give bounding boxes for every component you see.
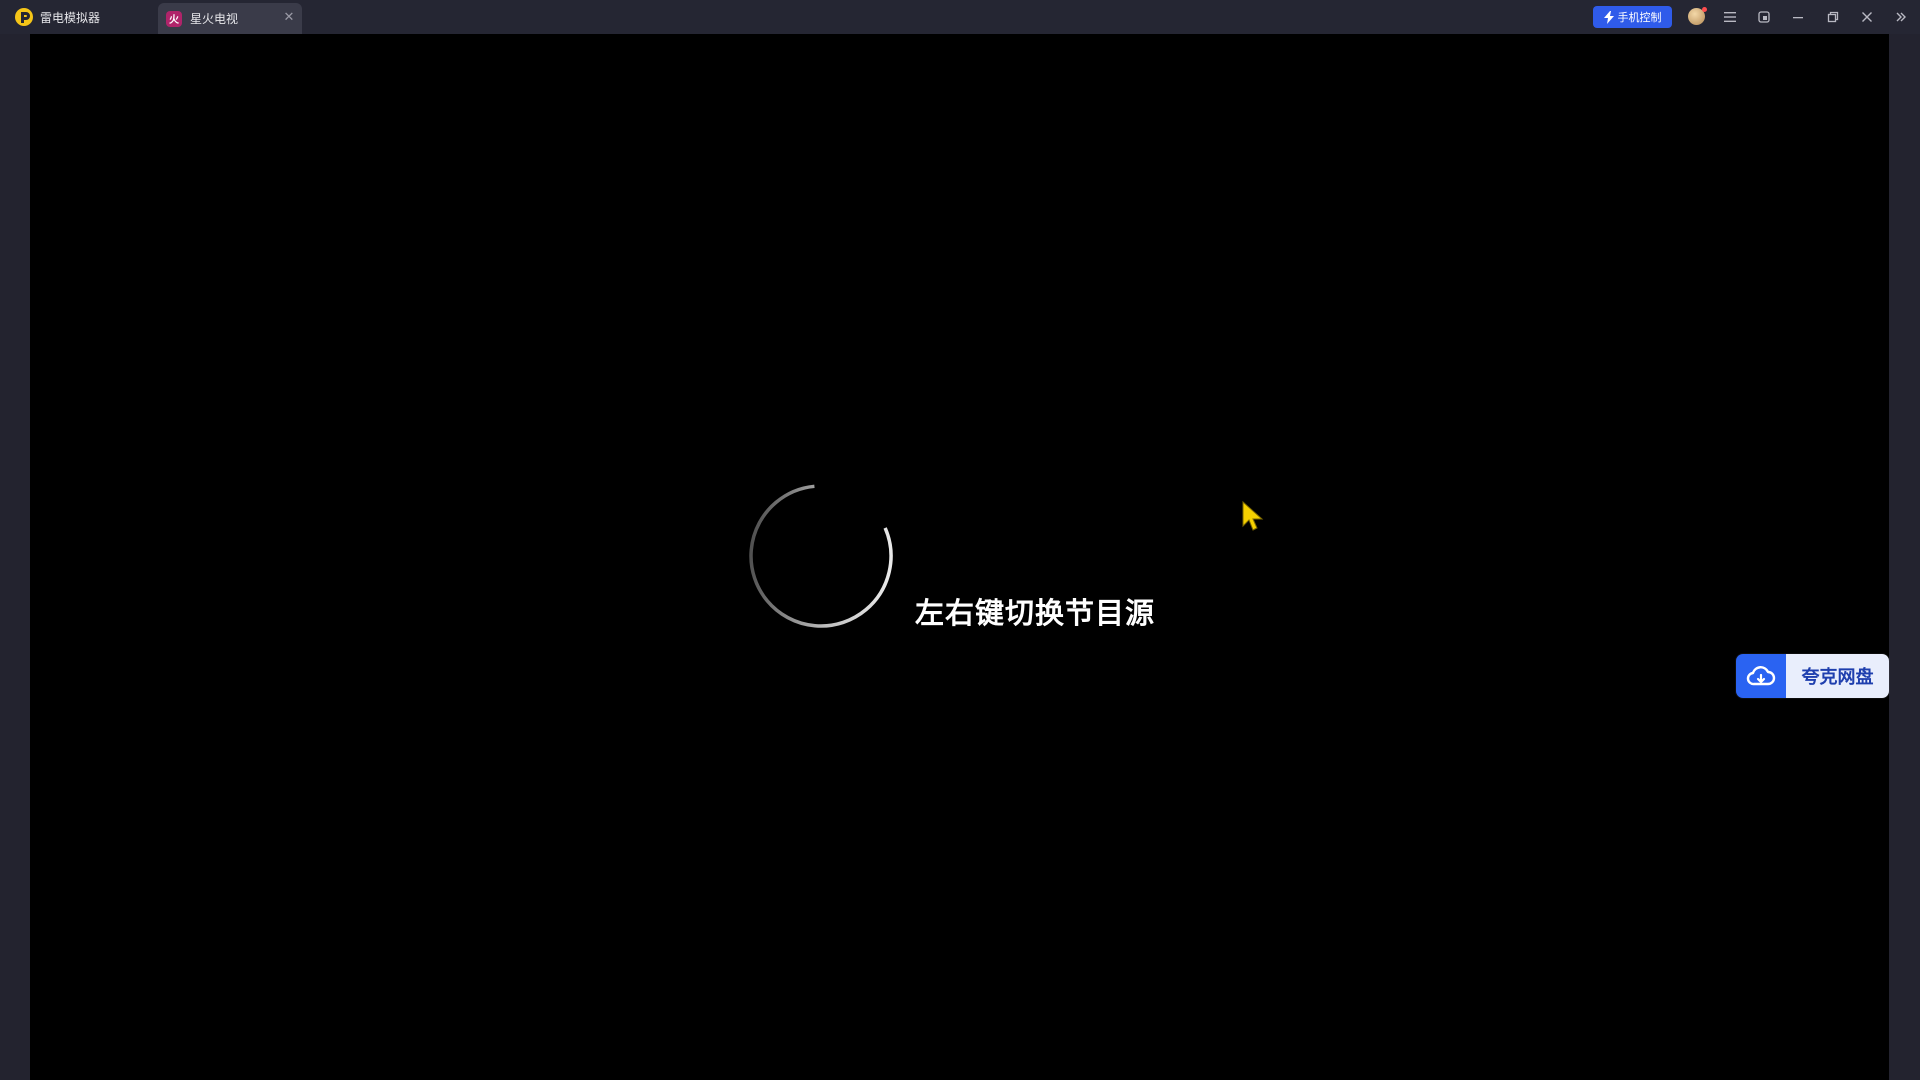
expand-sidebar-button[interactable]	[1888, 4, 1914, 30]
pin-button[interactable]	[1751, 4, 1777, 30]
phone-control-button[interactable]: 手机控制	[1593, 6, 1672, 28]
menu-button[interactable]	[1717, 4, 1743, 30]
loading-spinner-icon	[749, 484, 893, 628]
minimize-icon	[1793, 17, 1803, 19]
source-switch-hint: 左右键切换节目源	[915, 596, 1156, 630]
quark-drive-button[interactable]: 夸克网盘	[1736, 654, 1889, 698]
restore-button[interactable]	[1820, 4, 1846, 30]
phone-control-label: 手机控制	[1617, 11, 1662, 24]
quark-drive-label: 夸克网盘	[1786, 654, 1889, 698]
menu-icon	[1724, 12, 1736, 22]
tab-xinghuo-tv[interactable]: 火 星火电视 ✕	[158, 3, 302, 34]
left-frame	[0, 34, 30, 1080]
cloud-icon	[1746, 666, 1776, 686]
quark-icon-container	[1736, 654, 1786, 698]
title-bar: 雷电模拟器 火 星火电视 ✕ 手机控制	[0, 0, 1920, 34]
tab-close-icon[interactable]: ✕	[282, 11, 296, 25]
right-frame	[1889, 34, 1920, 1080]
emulator-screen[interactable]: 左右键切换节目源 夸克网盘	[30, 34, 1889, 1080]
tab-home-label: 雷电模拟器	[40, 10, 101, 25]
restore-icon	[1827, 11, 1839, 23]
xinghuo-app-icon: 火	[166, 10, 182, 27]
notification-dot	[1702, 7, 1707, 12]
mouse-pointer-icon	[1242, 500, 1264, 531]
ldplayer-logo-icon	[15, 8, 33, 26]
close-window-button[interactable]	[1854, 4, 1880, 30]
pin-window-icon	[1758, 11, 1770, 23]
double-chevron-right-icon	[1896, 12, 1906, 22]
tab-ldplayer-home[interactable]: 雷电模拟器	[0, 0, 156, 34]
lightning-icon	[1603, 10, 1614, 24]
tab-active-label: 星火电视	[190, 12, 239, 26]
close-icon	[1862, 12, 1872, 22]
minimize-button[interactable]	[1785, 4, 1811, 30]
